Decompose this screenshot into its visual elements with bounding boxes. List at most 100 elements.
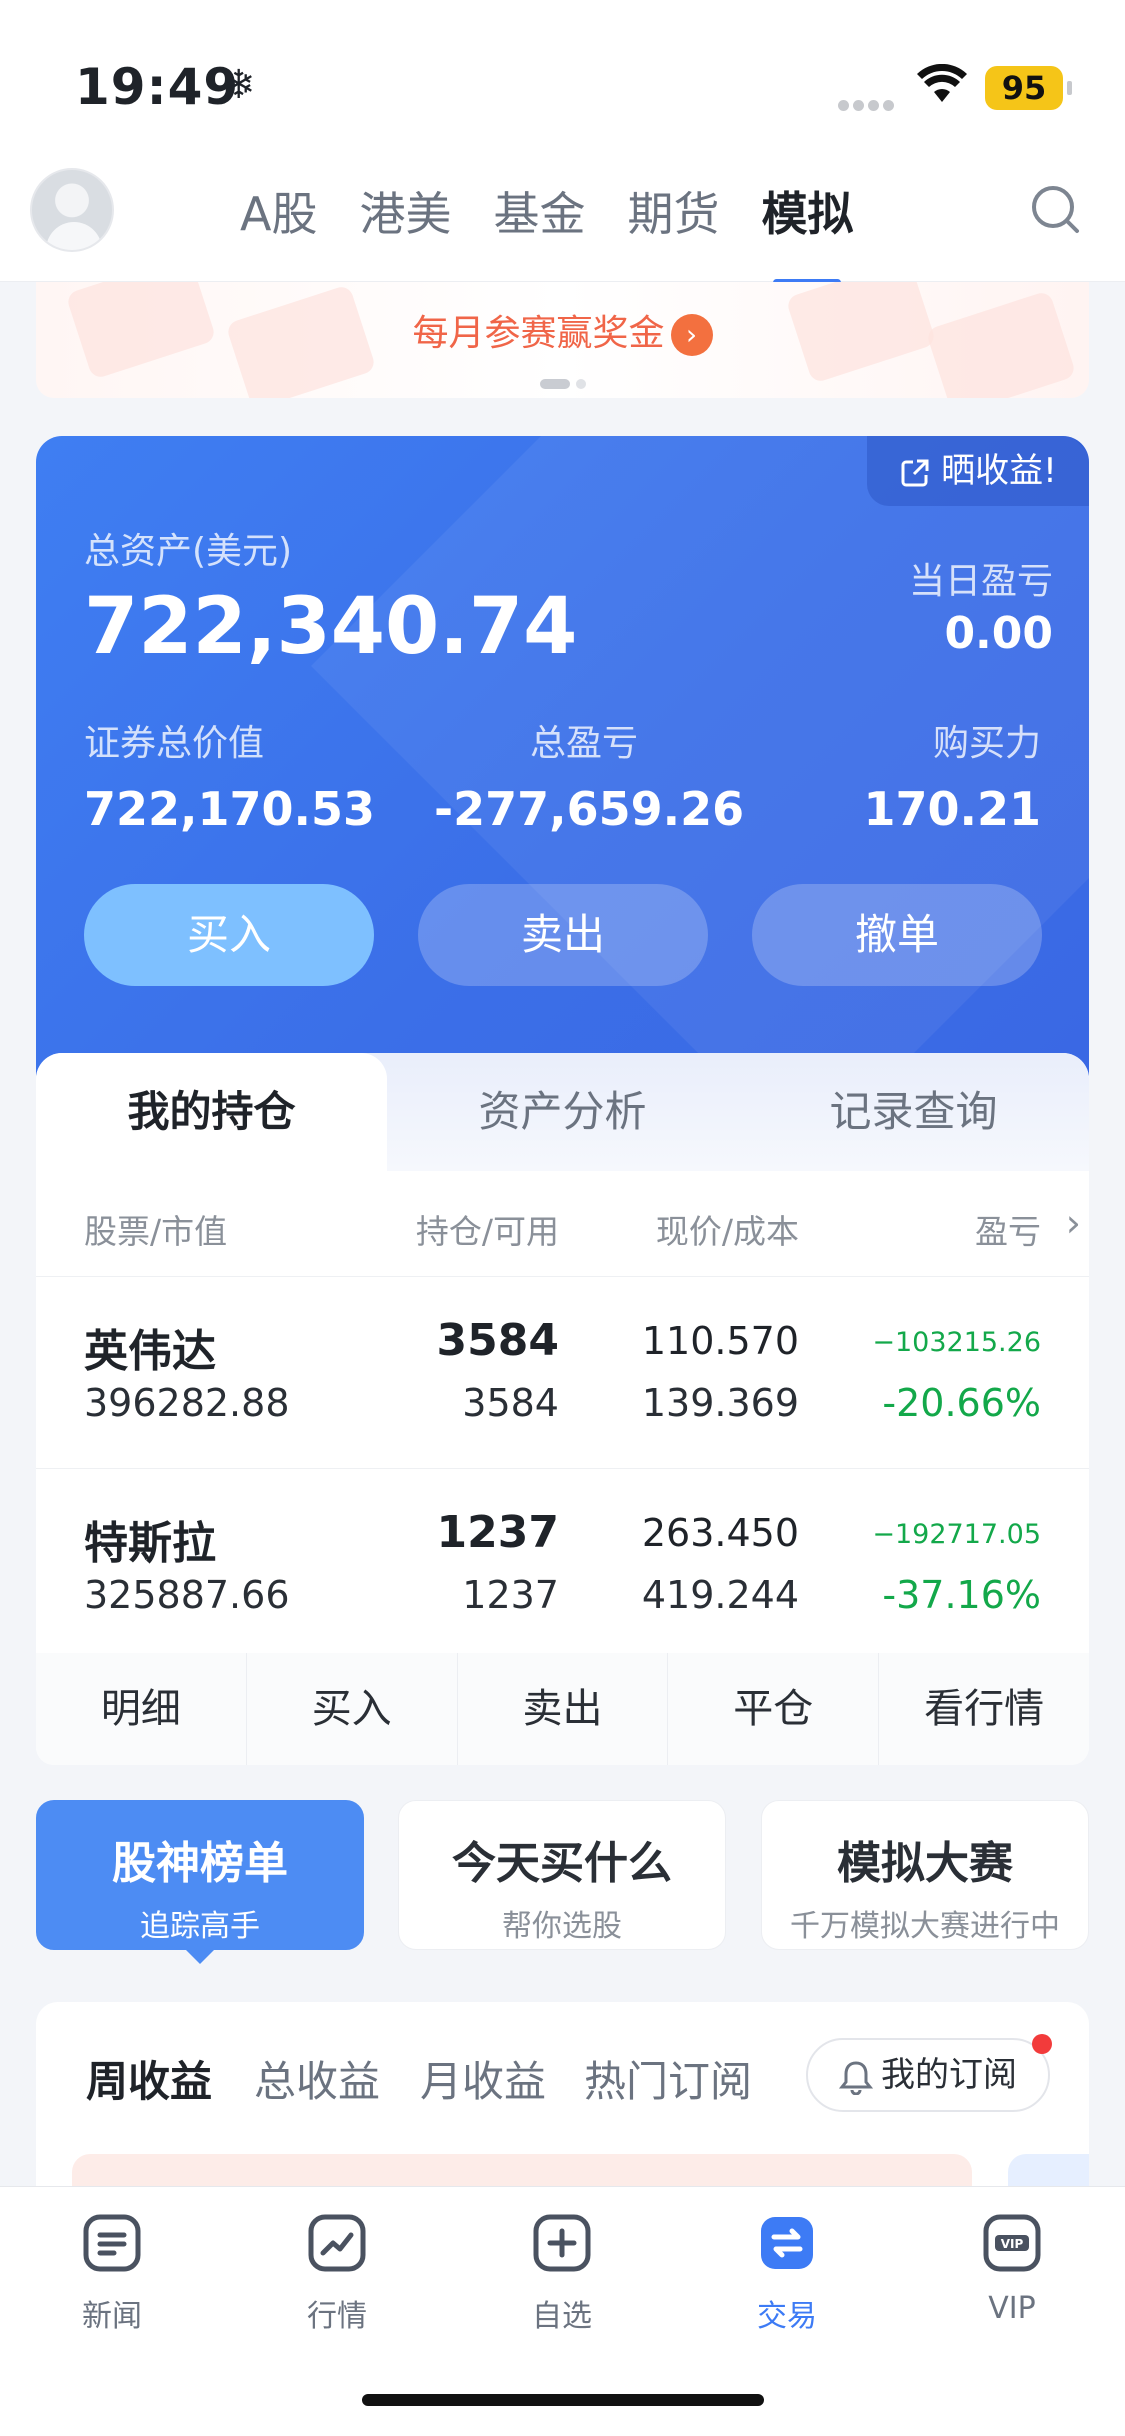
- promo-banner[interactable]: 每月参赛赢奖金 ›: [36, 282, 1089, 398]
- total-pnl-value: -277,659.26: [434, 782, 745, 836]
- available-qty: 1237: [462, 1573, 559, 1617]
- nav-trade[interactable]: 交易: [717, 2213, 857, 2335]
- tab-funds[interactable]: 基金: [493, 184, 585, 244]
- tab-record-query[interactable]: 记录查询: [738, 1053, 1089, 1171]
- buying-power-stat: 购买力 170.21: [863, 714, 1041, 836]
- tab-monthly-return[interactable]: 月收益: [420, 2048, 546, 2109]
- pager-dot: [575, 379, 586, 389]
- total-assets-value: 722,340.74: [84, 582, 578, 672]
- tab-futures[interactable]: 期货: [627, 184, 719, 244]
- market-tabs: A股 港美 基金 期货 模拟: [240, 184, 895, 286]
- total-assets-label: 总资产(美元): [84, 531, 293, 572]
- pnl-percent: -37.16%: [882, 1573, 1041, 1617]
- sell-button[interactable]: 卖出: [418, 884, 708, 986]
- feature-what-to-buy[interactable]: 今天买什么 帮你选股: [398, 1800, 726, 1950]
- battery-indicator: 95: [985, 66, 1072, 110]
- tab-hot-subscriptions[interactable]: 热门订阅: [584, 2048, 752, 2109]
- feature-subtitle: 千万模拟大赛进行中: [790, 1909, 1060, 1944]
- tab-simulation[interactable]: 模拟: [761, 184, 853, 286]
- market-icon: [308, 2214, 366, 2272]
- close-position-button[interactable]: 平仓: [668, 1653, 880, 1765]
- top-header: A股 港美 基金 期货 模拟: [0, 160, 1125, 286]
- securities-value-stat: 证券总价值 722,170.53: [84, 714, 375, 836]
- nav-label: 行情: [307, 2299, 367, 2334]
- feature-competition[interactable]: 模拟大赛 千万模拟大赛进行中: [761, 1800, 1089, 1950]
- tab-weekly-return[interactable]: 周收益: [86, 2048, 212, 2109]
- share-earnings-button[interactable]: 晒收益!: [867, 436, 1089, 506]
- details-button[interactable]: 明细: [36, 1653, 247, 1765]
- column-header-position: 持仓/可用: [415, 1212, 559, 1251]
- nav-watchlist[interactable]: 自选: [492, 2213, 632, 2335]
- news-icon: [83, 2214, 141, 2272]
- feature-subtitle: 帮你选股: [502, 1909, 622, 1944]
- snowflake-icon: ❄: [222, 62, 256, 108]
- pnl-amount: −103215.26: [872, 1327, 1041, 1358]
- securities-value-label: 证券总价值: [84, 723, 265, 764]
- stock-name: 英伟达: [84, 1326, 216, 1377]
- nav-label: 新闻: [82, 2299, 142, 2334]
- nav-label: 自选: [532, 2299, 592, 2334]
- asset-summary-card: 晒收益! 总资产(美元) 722,340.74 当日盈亏 0.00 证券总价值 …: [36, 436, 1089, 1076]
- subscribe-label: 我的订阅: [881, 2055, 1017, 2095]
- feature-title: 股神榜单: [112, 1838, 288, 1889]
- notification-dot: [1032, 2034, 1052, 2054]
- holdings-panel: 我的持仓 资产分析 记录查询 股票/市值 持仓/可用 现价/成本 盈亏 › 英伟…: [36, 1053, 1089, 1765]
- cellular-signal-icon: [838, 96, 900, 111]
- pnl-percent: -20.66%: [882, 1381, 1041, 1425]
- cost-price: 419.244: [641, 1573, 799, 1617]
- trade-icon: [761, 2217, 813, 2269]
- table-row[interactable]: 英伟达 396282.88 3584 3584 110.570 139.369 …: [36, 1277, 1089, 1469]
- nav-news[interactable]: 新闻: [42, 2213, 182, 2335]
- tab-asset-analysis[interactable]: 资产分析: [387, 1053, 738, 1171]
- banner-label: 每月参赛赢奖金: [412, 313, 665, 354]
- current-price: 110.570: [641, 1319, 799, 1363]
- banner-pager: [36, 374, 1089, 393]
- market-value: 396282.88: [84, 1381, 290, 1425]
- feature-leaderboard[interactable]: 股神榜单 追踪高手: [36, 1800, 364, 1950]
- daily-pnl-value: 0.00: [944, 608, 1053, 659]
- holding-buy-button[interactable]: 买入: [247, 1653, 458, 1765]
- search-icon[interactable]: [1028, 182, 1082, 236]
- tab-a-shares[interactable]: A股: [240, 184, 317, 244]
- status-time: 19:49: [75, 58, 240, 116]
- home-indicator: [362, 2394, 764, 2406]
- view-quotes-button[interactable]: 看行情: [879, 1653, 1089, 1765]
- nav-vip[interactable]: VIP VIP: [942, 2213, 1082, 2326]
- feature-subtitle: 追踪高手: [140, 1909, 260, 1944]
- total-pnl-label: 总盈亏: [529, 723, 638, 764]
- chevron-right-icon[interactable]: ›: [1066, 1201, 1081, 1245]
- feature-title: 模拟大赛: [837, 1838, 1013, 1889]
- svg-text:VIP: VIP: [1001, 2237, 1024, 2251]
- share-label: 晒收益!: [941, 451, 1057, 491]
- wifi-icon: [917, 64, 967, 102]
- column-header-price: 现价/成本: [655, 1212, 799, 1251]
- buying-power-label: 购买力: [932, 723, 1041, 764]
- market-value: 325887.66: [84, 1573, 290, 1617]
- pager-dot-active: [539, 379, 570, 389]
- table-row[interactable]: 特斯拉 325887.66 1237 1237 263.450 419.244 …: [36, 1469, 1089, 1661]
- cancel-order-button[interactable]: 撤单: [752, 884, 1042, 986]
- my-subscriptions-button[interactable]: 我的订阅: [806, 2034, 1052, 2112]
- position-qty: 1237: [436, 1507, 559, 1558]
- tab-hk-us[interactable]: 港美: [359, 184, 451, 244]
- avatar[interactable]: [30, 168, 114, 252]
- pnl-amount: −192717.05: [872, 1519, 1041, 1550]
- banner-title: 每月参赛赢奖金 ›: [36, 304, 1089, 356]
- buy-button[interactable]: 买入: [84, 884, 374, 986]
- holdings-table-header: 股票/市值 持仓/可用 现价/成本 盈亏 ›: [36, 1171, 1089, 1277]
- stock-name: 特斯拉: [84, 1518, 216, 1569]
- nav-label: VIP: [988, 2291, 1036, 2326]
- nav-market[interactable]: 行情: [267, 2213, 407, 2335]
- status-bar: 19:49 ❄ 95: [0, 0, 1125, 160]
- column-header-stock: 股票/市值: [84, 1212, 228, 1251]
- watchlist-icon: [533, 2214, 591, 2272]
- active-pointer: [184, 1948, 216, 1964]
- tab-my-positions[interactable]: 我的持仓: [36, 1053, 387, 1171]
- chevron-right-icon: ›: [670, 314, 713, 356]
- tab-total-return[interactable]: 总收益: [254, 2048, 380, 2109]
- available-qty: 3584: [462, 1381, 559, 1425]
- nav-label: 交易: [757, 2299, 817, 2334]
- holding-sell-button[interactable]: 卖出: [458, 1653, 669, 1765]
- bell-icon: [839, 2060, 873, 2095]
- feature-title: 今天买什么: [452, 1838, 672, 1889]
